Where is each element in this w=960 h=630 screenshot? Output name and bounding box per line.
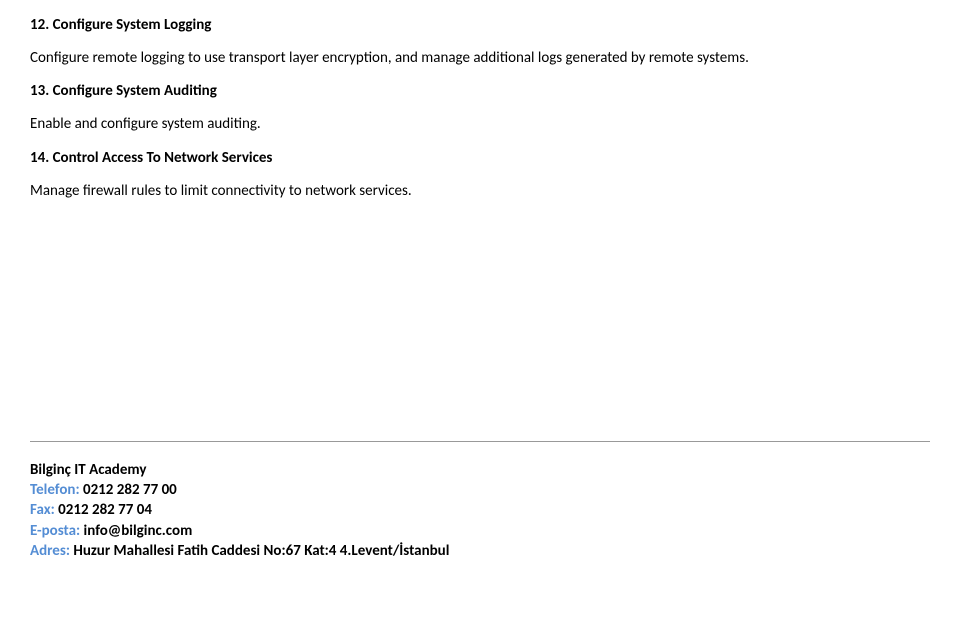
footer-address-label: Adres: (30, 542, 73, 560)
footer-divider (30, 441, 930, 442)
footer-fax-value: 0212 282 77 04 (58, 501, 152, 519)
section-12-heading: 12. Configure System Logging (30, 16, 930, 34)
footer-address-value: Huzur Mahallesi Fatih Caddesi No:67 Kat:… (73, 542, 449, 560)
section-13-heading: 13. Configure System Auditing (30, 82, 930, 100)
footer-phone-label: Telefon: (30, 481, 83, 499)
section-13-body: Enable and configure system auditing. (30, 114, 930, 134)
footer-email-value: info@bilginc.com (84, 522, 193, 540)
footer-academy-name: Bilginç IT Academy (30, 460, 930, 480)
footer-email: E-posta: info@bilginc.com (30, 521, 930, 541)
footer-fax: Fax: 0212 282 77 04 (30, 500, 930, 520)
section-12-body: Configure remote logging to use transpor… (30, 48, 930, 68)
section-14-body: Manage firewall rules to limit connectiv… (30, 181, 930, 201)
footer-address: Adres: Huzur Mahallesi Fatih Caddesi No:… (30, 541, 930, 561)
footer-email-label: E-posta: (30, 522, 84, 540)
footer-phone-value: 0212 282 77 00 (83, 481, 177, 499)
footer-block: Bilginç IT Academy Telefon: 0212 282 77 … (30, 460, 930, 561)
document-content: 12. Configure System Logging Configure r… (30, 16, 930, 561)
footer-phone: Telefon: 0212 282 77 00 (30, 480, 930, 500)
section-14-heading: 14. Control Access To Network Services (30, 149, 930, 167)
footer-fax-label: Fax: (30, 501, 58, 519)
